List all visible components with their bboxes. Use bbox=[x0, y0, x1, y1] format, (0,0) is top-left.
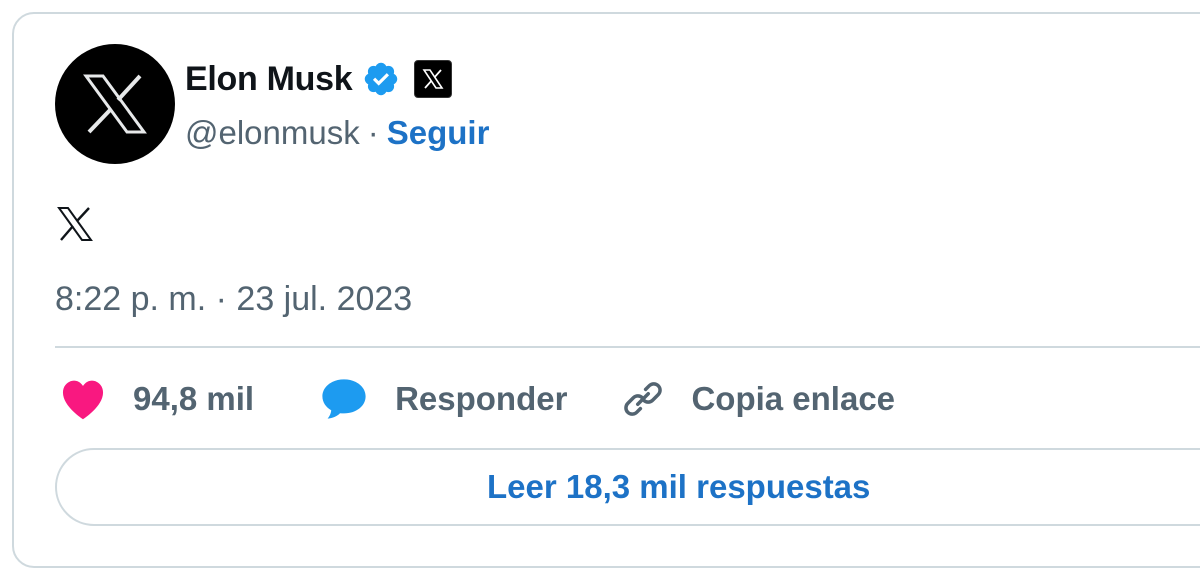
action-bar: 94,8 mil Responder Copia enlace bbox=[60, 375, 895, 423]
link-icon bbox=[624, 382, 663, 416]
follow-button[interactable]: Seguir bbox=[387, 114, 490, 152]
x-logo-icon bbox=[83, 74, 147, 134]
speech-bubble-icon bbox=[322, 379, 366, 419]
likes-count: 94,8 mil bbox=[133, 380, 255, 417]
verified-badge-icon bbox=[362, 60, 400, 98]
author-name-row: Elon Musk bbox=[185, 56, 453, 102]
copy-link-button[interactable]: Copia enlace bbox=[622, 378, 895, 420]
author-name[interactable]: Elon Musk bbox=[185, 60, 353, 99]
separator-dot: · bbox=[367, 114, 379, 151]
x-logo-icon bbox=[57, 207, 93, 241]
read-replies-button[interactable]: Leer 18,3 mil respuestas bbox=[55, 448, 1200, 526]
reply-label: Responder bbox=[395, 380, 568, 417]
x-affiliate-badge-icon bbox=[414, 60, 453, 98]
tweet-text bbox=[55, 204, 95, 244]
author-handle[interactable]: @elonmusk bbox=[185, 114, 360, 152]
like-button[interactable]: 94,8 mil bbox=[60, 378, 254, 420]
tweet-timestamp[interactable]: 8:22 p. m. · 23 jul. 2023 bbox=[55, 278, 412, 320]
heart-icon bbox=[62, 380, 104, 420]
divider bbox=[55, 346, 1200, 348]
avatar[interactable] bbox=[55, 44, 175, 164]
reply-button[interactable]: Responder bbox=[320, 377, 567, 421]
copy-link-label: Copia enlace bbox=[691, 380, 896, 417]
author-handle-row: @elonmusk · Seguir bbox=[185, 112, 489, 154]
